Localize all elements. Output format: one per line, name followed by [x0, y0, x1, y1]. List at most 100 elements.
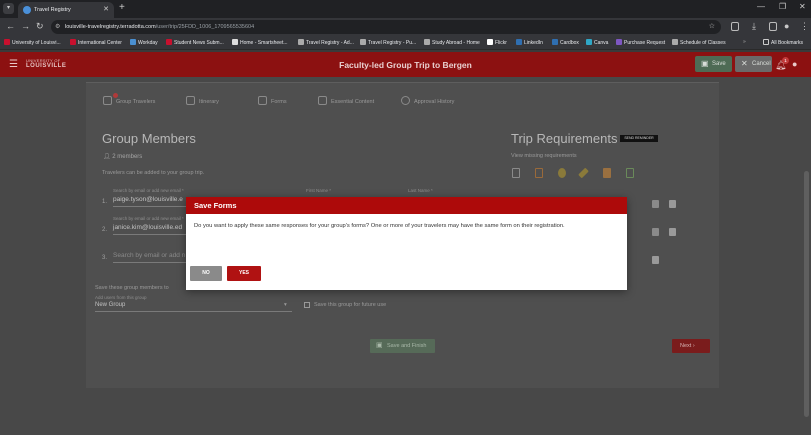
requirement-lightbulb-icon[interactable] [558, 168, 566, 178]
requirement-checklist-icon[interactable] [626, 168, 634, 178]
bookmarks-overflow-icon[interactable]: » [743, 39, 746, 45]
yes-button[interactable]: YES [227, 266, 261, 281]
browser-tab[interactable]: Travel Registry ✕ [18, 2, 114, 18]
person-icon: 👤︎ [103, 154, 113, 160]
save-group-checkbox[interactable] [304, 302, 310, 308]
all-bookmarks-button[interactable]: All Bookmarks [763, 39, 803, 46]
bookmark-item[interactable]: Flickr [487, 39, 507, 46]
save-icon: ▣ [376, 342, 383, 349]
forms-icon [258, 96, 267, 105]
save-group-label: Save these group members to [95, 285, 169, 291]
group-members-title: Group Members [102, 131, 196, 146]
minimize-icon[interactable]: — [757, 2, 765, 11]
bookmark-label: LinkedIn [524, 40, 543, 46]
tab-essential-content[interactable]: Essential Content [318, 96, 374, 105]
requirement-handshake-icon[interactable] [603, 168, 611, 178]
page-scrollbar[interactable] [804, 171, 809, 417]
tab-itinerary[interactable]: Itinerary [186, 96, 219, 105]
url-host: louisville-travelregistry.terradotta.com [65, 24, 156, 30]
bookmark-favicon-icon [672, 39, 678, 45]
bookmark-item[interactable]: Home - Smartsheet... [232, 39, 288, 46]
tab-approval-history[interactable]: Approval History [401, 96, 454, 105]
search-label: Search by email or add new email * [113, 216, 184, 221]
bookmark-item[interactable]: Student News Subm... [166, 39, 224, 46]
bookmark-item[interactable]: Workday [130, 39, 158, 46]
download-icon[interactable]: ⤓ [752, 21, 756, 32]
browser-tab-bar: ▾ Travel Registry ✕ + — ❐ ✕ [0, 0, 811, 18]
reload-icon[interactable]: ↻ [36, 21, 44, 32]
tab-group-travelers[interactable]: Group Travelers [103, 96, 155, 105]
tab-forms[interactable]: Forms [258, 96, 287, 105]
member-email-field[interactable]: janice.kim@louisville.ed [113, 224, 182, 231]
header-save-button[interactable]: ▣ Save [695, 56, 732, 72]
save-icon: ▣ [701, 59, 709, 68]
bookmark-favicon-icon [552, 39, 558, 45]
member-profile-icon[interactable] [652, 228, 659, 236]
new-member-search-input[interactable]: Search by email or add n [113, 252, 185, 259]
browser-menu-icon[interactable]: ⋮ [800, 21, 809, 32]
send-reminder-tooltip: SEND REMINDER [620, 135, 658, 142]
tab-close-icon[interactable]: ✕ [103, 2, 109, 18]
group-travelers-icon [103, 96, 112, 105]
bookmark-favicon-icon [360, 39, 366, 45]
bookmark-item[interactable]: Canva [586, 39, 608, 46]
step-label: Itinerary [199, 99, 219, 105]
member-count: 👤︎ 2 members [103, 153, 142, 160]
member-profile-icon[interactable] [652, 200, 659, 208]
cancel-label: Cancel [752, 61, 771, 67]
select-underline [95, 311, 292, 312]
bookmark-label: Home - Smartsheet... [240, 40, 288, 46]
bookmark-star-icon[interactable]: ☆ [709, 20, 715, 34]
restore-icon[interactable]: ❐ [779, 2, 786, 11]
user-account-icon[interactable]: ● [792, 59, 797, 69]
bookmark-label: Travel Registry - Pu... [368, 40, 417, 46]
page-title: Faculty-led Group Trip to Bergen [339, 60, 472, 70]
bookmark-favicon-icon [130, 39, 136, 45]
delete-icon[interactable] [669, 200, 676, 208]
bookmark-item[interactable]: International Center [70, 39, 122, 46]
bookmark-item[interactable]: Study Abroad - Home [424, 39, 480, 46]
dialog-message: Do you want to apply these same response… [194, 223, 565, 229]
bookmark-item[interactable]: Travel Registry - Ad... [298, 39, 354, 46]
profile-icon[interactable]: ● [784, 21, 789, 31]
row-number: 1. [102, 199, 108, 205]
site-info-icon[interactable]: ⚙ [55, 20, 60, 34]
back-icon[interactable]: ← [6, 21, 15, 31]
save-and-finish-button[interactable]: ▣ Save and Finish [370, 339, 435, 353]
no-button[interactable]: NO [190, 266, 222, 281]
search-label: Search by email or add new email * [113, 188, 184, 193]
bookmark-item[interactable]: Travel Registry - Pu... [360, 39, 416, 46]
bookmark-favicon-icon [70, 39, 76, 45]
bookmark-item[interactable]: Purchase Request [616, 39, 665, 46]
address-bar[interactable]: ⚙ louisville-travelregistry.terradotta.c… [51, 20, 721, 34]
delete-icon[interactable] [669, 228, 676, 236]
forward-icon[interactable]: → [21, 21, 30, 31]
itinerary-icon [186, 96, 195, 105]
new-tab-button[interactable]: + [119, 2, 125, 13]
member-email-field[interactable]: paige.tyson@louisville.e [113, 196, 183, 203]
bookmark-favicon-icon [487, 39, 493, 45]
requirement-form-icon[interactable] [512, 168, 520, 178]
chevron-down-icon[interactable]: ▾ [284, 302, 287, 308]
bookmark-item[interactable]: University of Louisvi... [4, 39, 61, 46]
side-panel-icon[interactable] [769, 22, 777, 31]
window-close-icon[interactable]: ✕ [799, 2, 806, 11]
essential-content-icon [318, 96, 327, 105]
bookmark-item[interactable]: Schedule of Classes [672, 39, 726, 46]
bookmark-label: University of Louisvi... [12, 40, 61, 46]
view-missing-link[interactable]: View missing requirements [511, 153, 577, 159]
tab-search-icon[interactable]: ▾ [3, 3, 14, 14]
extensions-icon[interactable] [731, 22, 739, 31]
row-number: 2. [102, 227, 108, 233]
bookmark-item[interactable]: LinkedIn [516, 39, 543, 46]
delete-icon[interactable] [652, 256, 659, 264]
url-path: /user/trip/25FDD_1006_1709565535604 [155, 24, 255, 30]
requirement-document-icon[interactable] [535, 168, 543, 178]
bookmark-item[interactable]: Cardbox [552, 39, 579, 46]
bookmark-favicon-icon [586, 39, 592, 45]
bookmark-label: Cardbox [560, 40, 579, 46]
header-cancel-button[interactable]: ✕ Cancel [735, 56, 772, 72]
bookmark-label: Purchase Request [624, 40, 666, 46]
next-button[interactable]: Next › [672, 339, 710, 353]
group-select[interactable]: New Group [95, 302, 125, 308]
